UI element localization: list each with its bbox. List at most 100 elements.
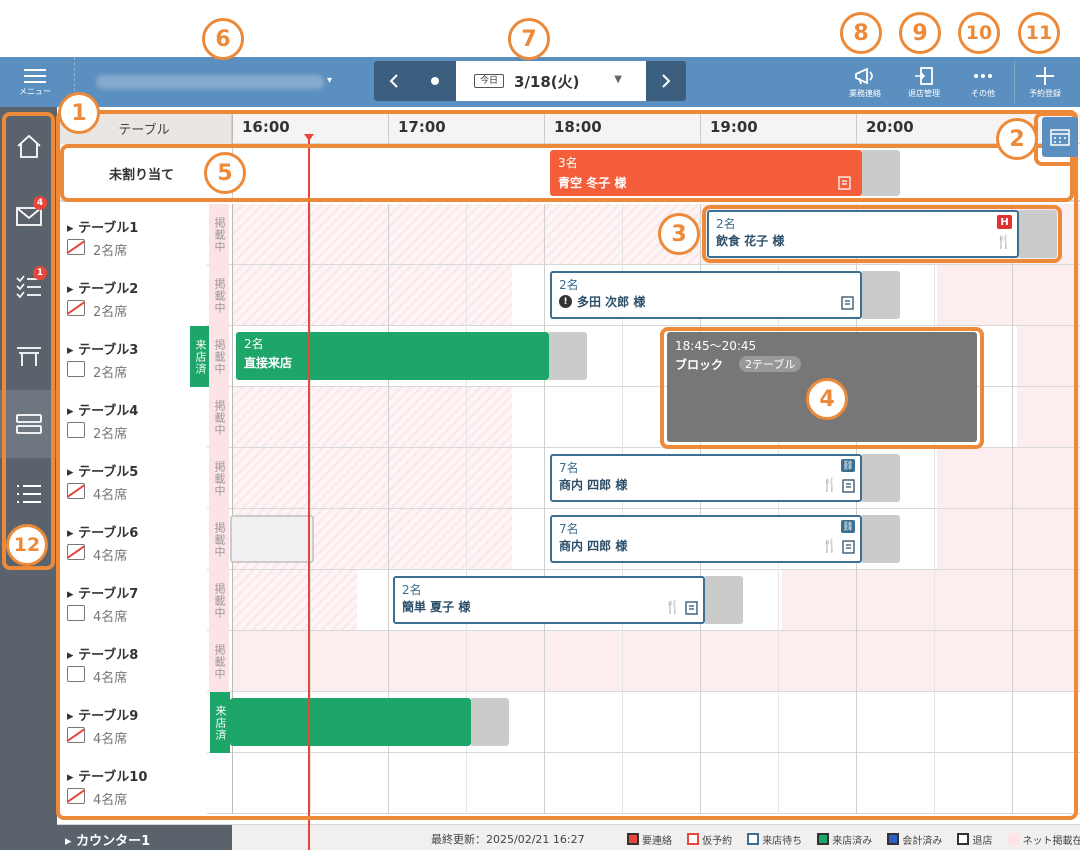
block-label: ブロック	[675, 358, 724, 372]
seat-blocked-icon	[67, 483, 85, 499]
legend-item: 来店待ち	[747, 832, 802, 847]
hour-label: 16:00	[242, 118, 290, 136]
time-header: 16:00 17:00 18:00 19:00 20:00	[232, 112, 1080, 144]
hamburger-icon	[24, 68, 46, 83]
next-day-button[interactable]	[646, 61, 686, 101]
reservation-card[interactable]: 2名 飲食 花子 様 H 🍴	[707, 210, 1019, 258]
legend-item: 会計済み	[887, 832, 942, 847]
calendar-button[interactable]	[1042, 117, 1078, 157]
reservation-card[interactable]: 2名 直接来店	[236, 332, 549, 380]
table-name: ▸ テーブル8	[67, 648, 139, 663]
counter-label-cell[interactable]: ▸ カウンター1	[57, 825, 232, 850]
table-name: ▸ テーブル4	[67, 404, 139, 419]
reservation-buffer	[862, 454, 900, 502]
table-label[interactable]: ▸ テーブル5 4名席	[57, 448, 207, 509]
door-icon	[915, 66, 933, 85]
reservation-card[interactable]: 2名 ! 多田 次郎 様	[550, 271, 862, 319]
menu-button[interactable]: メニュー	[10, 57, 60, 107]
reservation-card[interactable]	[230, 698, 471, 746]
published-badge: 掲載中	[209, 204, 229, 265]
prev-day-button[interactable]	[374, 61, 414, 101]
table-label[interactable]: ▸ テーブル7 4名席	[57, 570, 207, 631]
sidebar-item-home[interactable]	[0, 112, 57, 180]
reservation-buffer	[549, 332, 587, 380]
unassigned-label: 未割り当て	[109, 168, 175, 183]
published-badge: 掲載中	[209, 387, 229, 448]
sidebar-item-tasks[interactable]: 1	[0, 252, 57, 320]
sidebar-item-tables[interactable]	[0, 322, 57, 390]
table-name: ▸ テーブル3	[67, 343, 139, 358]
reservation-count: 2名	[402, 583, 422, 597]
table-label[interactable]: ▸ テーブル8 4名席	[57, 631, 207, 692]
table-name: ▸ テーブル6	[67, 526, 139, 541]
counter-name: ▸ カウンター1	[65, 834, 151, 849]
reservation-card[interactable]: 3名 青空 冬子 様	[550, 150, 862, 196]
table-seats: 4名席	[93, 610, 128, 625]
hour-label: 20:00	[866, 118, 914, 136]
store-dropdown-icon[interactable]: ▾	[327, 75, 332, 86]
sidebar: 4 1	[0, 107, 57, 850]
add-reservation-label: 予約登録	[1029, 88, 1061, 98]
header-divider-right	[1014, 61, 1015, 103]
hotpepper-badge: H	[997, 215, 1012, 229]
arrived-badge: 来店済	[190, 326, 210, 387]
table-label[interactable]: ▸ テーブル9 4名席	[57, 692, 207, 753]
table-seats: 2名席	[93, 366, 128, 381]
contact-button[interactable]: 業務連絡	[840, 57, 890, 107]
table-label[interactable]: ▸ テーブル3 2名席	[57, 326, 207, 387]
menu-label: メニュー	[19, 86, 51, 96]
more-label: その他	[971, 88, 995, 98]
table-name: ▸ テーブル5	[67, 465, 139, 480]
block-tag: 2テーブル	[739, 356, 802, 372]
exit-management-button[interactable]: 退店管理	[899, 57, 949, 107]
sidebar-item-mail[interactable]: 4	[0, 182, 57, 250]
table-name: ▸ テーブル7	[67, 587, 139, 602]
current-time-line	[308, 140, 310, 850]
table-label[interactable]: ▸ テーブル6 4名席	[57, 509, 207, 570]
table-icon	[16, 347, 41, 366]
empty-reservation-slot[interactable]	[230, 515, 314, 563]
link-icon: ⛓	[841, 520, 855, 533]
callout-marker: 10	[958, 12, 1000, 54]
memo-icon	[838, 176, 851, 190]
legend-item: 退店	[957, 832, 992, 847]
callout-marker: 3	[658, 213, 700, 255]
reservation-buffer	[862, 150, 900, 196]
reservation-card[interactable]: 7名 商内 四郎 様 ⛓ 🍴	[550, 515, 862, 563]
seat-blocked-icon	[67, 727, 85, 743]
sidebar-item-list[interactable]	[0, 460, 57, 528]
legend-item: ネット掲載在庫	[1007, 832, 1080, 847]
seat-icon	[67, 422, 85, 438]
seat-blocked-icon	[67, 544, 85, 560]
published-badge: 掲載中	[209, 509, 229, 570]
date-selector[interactable]: 今日 3/18(火) ▼	[456, 61, 646, 101]
published-badge: 掲載中	[209, 448, 229, 509]
reservation-count: 7名	[559, 461, 579, 475]
callout-marker: 12	[6, 524, 48, 566]
hour-label: 17:00	[398, 118, 446, 136]
add-reservation-button[interactable]: 予約登録	[1020, 57, 1070, 107]
reservation-card[interactable]: 7名 商内 四郎 様 ⛓ 🍴	[550, 454, 862, 502]
reservation-card[interactable]: 2名 簡単 夏子 様 🍴	[393, 576, 705, 624]
sidebar-item-timeline[interactable]	[0, 390, 57, 458]
table-label[interactable]: ▸ テーブル1 2名席	[57, 204, 207, 265]
callout-marker: 1	[58, 92, 100, 134]
table-label[interactable]: ▸ テーブル2 2名席	[57, 265, 207, 326]
memo-icon	[842, 479, 855, 493]
more-button[interactable]: その他	[958, 57, 1008, 107]
reservation-name: 直接来店	[244, 356, 293, 370]
legend-item: 来店済み	[817, 832, 872, 847]
exit-management-label: 退店管理	[908, 88, 940, 98]
table-name: ▸ テーブル2	[67, 282, 139, 297]
table-label[interactable]: ▸ テーブル4 2名席	[57, 387, 207, 448]
timeline-icon	[15, 414, 42, 434]
legend-item: 要連絡	[627, 832, 672, 847]
table-rows: ▸ テーブル1 2名席 掲載中 ▸ テーブル2 2名席 掲載中 ▸ テーブル3 …	[57, 204, 1080, 824]
today-dot-button[interactable]	[416, 61, 454, 101]
seat-icon	[67, 666, 85, 682]
table-name: ▸ テーブル10	[67, 770, 148, 785]
hour-label: 18:00	[554, 118, 602, 136]
store-name-selector[interactable]	[96, 75, 324, 89]
seat-icon	[67, 361, 85, 377]
table-label[interactable]: ▸ テーブル10 4名席	[57, 753, 207, 814]
